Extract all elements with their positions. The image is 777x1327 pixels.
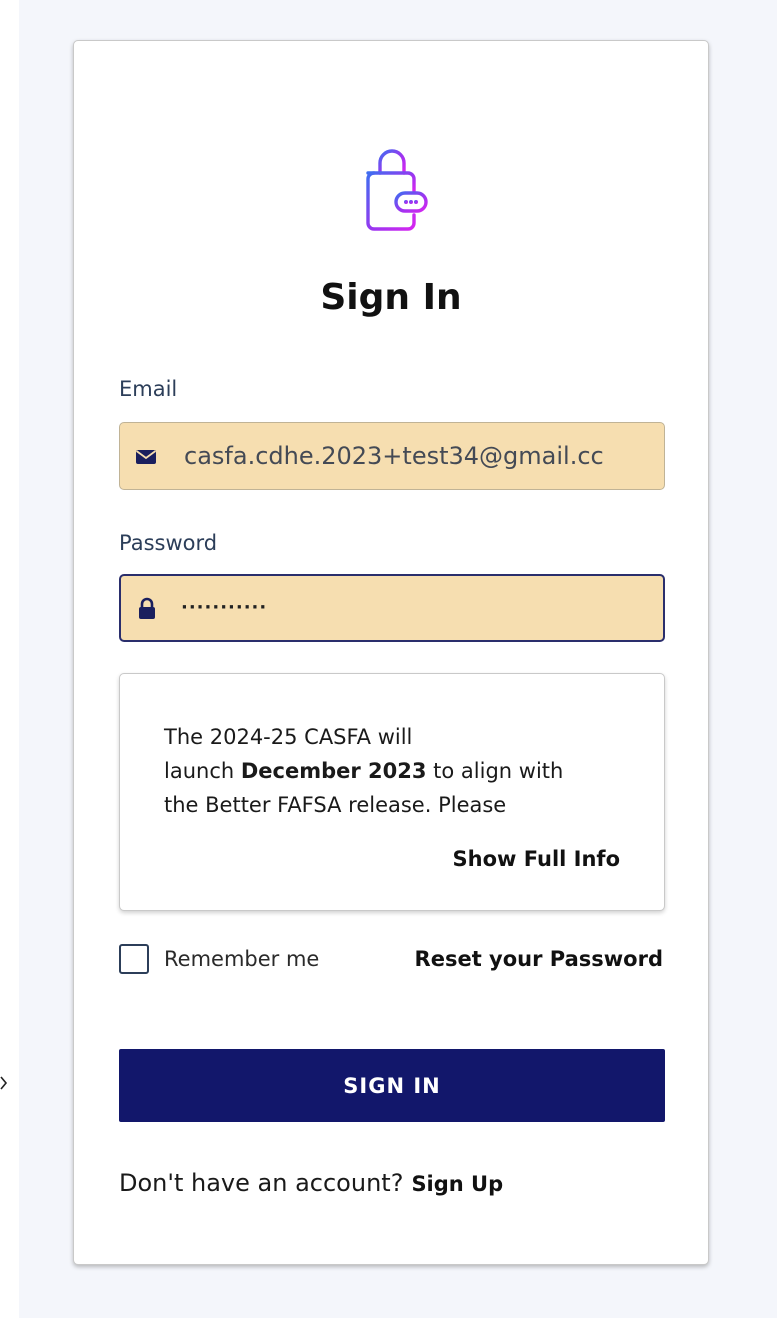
wallet-lock-icon xyxy=(366,149,428,231)
reset-password-link[interactable]: Reset your Password xyxy=(415,941,663,977)
lock-icon xyxy=(139,597,155,619)
info-line-1: The 2024-25 CASFA will xyxy=(164,725,413,749)
info-line-2-end: to align with xyxy=(426,759,564,783)
info-line-3: the Better FAFSA release. Please xyxy=(164,793,507,817)
email-field[interactable]: casfa.cdhe.2023+test34@gmail.cc xyxy=(119,422,665,490)
chevron-right-icon xyxy=(0,1076,8,1090)
password-field[interactable]: ··········· xyxy=(119,574,665,642)
info-line-2: launch December 2023 to align with xyxy=(164,754,604,788)
info-line-2-start: launch xyxy=(164,759,241,783)
show-full-info-link[interactable]: Show Full Info xyxy=(453,847,621,871)
password-value: ··········· xyxy=(181,597,268,618)
email-value: casfa.cdhe.2023+test34@gmail.cc xyxy=(184,442,604,470)
sign-in-button[interactable]: SIGN IN xyxy=(119,1049,665,1122)
envelope-icon xyxy=(135,450,157,464)
info-launch-date: December 2023 xyxy=(240,759,427,783)
signup-prompt: Don't have an account? xyxy=(119,1169,404,1197)
info-notice: The 2024-25 CASFA will launch December 2… xyxy=(119,673,665,911)
signin-card: Sign In Email casfa.cdhe.2023+test34@gma… xyxy=(73,40,709,1265)
info-text: The 2024-25 CASFA will launch December 2… xyxy=(164,720,604,822)
email-label: Email xyxy=(119,377,178,401)
remember-me-checkbox[interactable] xyxy=(119,944,149,974)
signup-row: Don't have an account? Sign Up xyxy=(119,1169,503,1197)
sign-up-link[interactable]: Sign Up xyxy=(411,1172,503,1196)
remember-me-label[interactable]: Remember me xyxy=(164,947,319,971)
remember-me-row: Remember me xyxy=(119,941,319,977)
password-label: Password xyxy=(119,531,218,555)
page-title: Sign In xyxy=(320,277,462,318)
